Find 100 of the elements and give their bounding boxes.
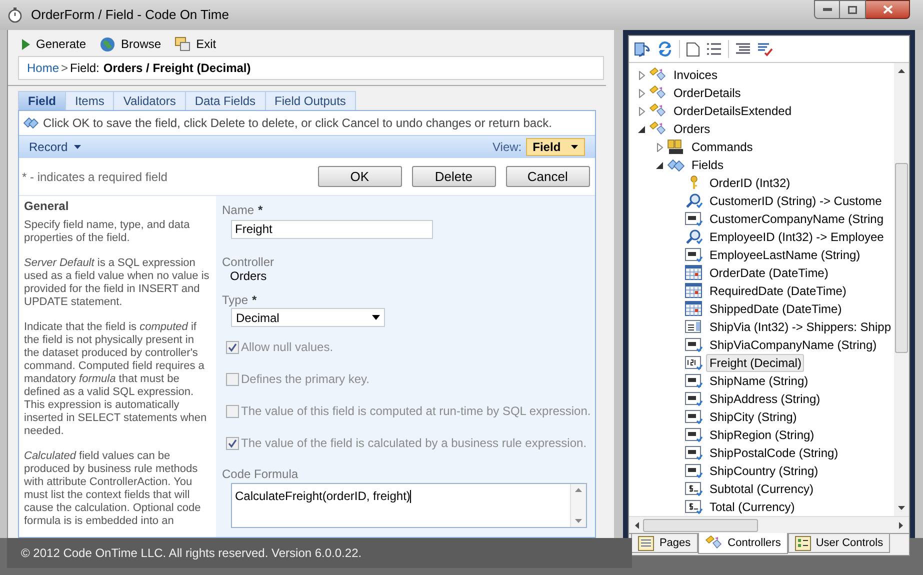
description-paragraph: Indicate that the field is computed if the field is not physically present in the dataset produced by controller's command. Computed field requires a mandatory formula that must be defined as a valid SQL expression. This expression is automatically inserted in SELECT statements when needed. — [24, 321, 208, 438]
checkbox[interactable] — [226, 340, 239, 354]
checklist-icon[interactable] — [757, 42, 774, 56]
minimize-button[interactable] — [814, 0, 840, 19]
currency-field-icon — [685, 481, 704, 497]
minimize-icon — [822, 8, 832, 11]
form-button[interactable]: Delete — [412, 166, 496, 187]
panel-tab[interactable]: Controllers — [698, 533, 788, 554]
refresh-icon[interactable] — [657, 41, 674, 57]
checkbox-label: Allow null values. — [241, 339, 334, 356]
tree-item[interactable]: ShipName (String) — [706, 372, 812, 390]
close-button[interactable] — [866, 0, 910, 19]
maximize-icon — [848, 6, 857, 14]
tree-item[interactable]: ShippedDate (DateTime) — [706, 300, 845, 318]
checkbox[interactable] — [226, 436, 239, 450]
sync-icon[interactable] — [634, 40, 652, 58]
text-field-icon — [685, 247, 704, 263]
controller-icon — [649, 67, 668, 83]
hint-text: Click OK to save the field, click Delete to delete, or click Cancel to undo changes or return back. — [43, 115, 552, 132]
tab[interactable]: Data Fields — [186, 91, 266, 110]
user-control-icon — [794, 536, 811, 550]
calendar-icon — [685, 283, 704, 299]
required-mark: * — [252, 293, 257, 307]
form-button[interactable]: OK — [318, 166, 402, 187]
tree-item[interactable]: RequiredDate (DateTime) — [706, 282, 850, 300]
tree-item[interactable]: OrderDate (DateTime) — [706, 264, 832, 282]
tree-item[interactable]: EmployeeLastName (String) — [706, 246, 864, 264]
caret-icon — [570, 145, 578, 149]
scrollbar[interactable] — [570, 484, 586, 527]
tab[interactable]: Validators — [114, 91, 186, 110]
window-title: OrderForm / Field - Code On Time — [31, 6, 229, 24]
code-formula-textarea[interactable]: CalculateFreight(orderID, freight) — [231, 483, 587, 528]
scroll-up-icon — [575, 488, 582, 492]
tree-item[interactable]: Commands — [688, 138, 756, 156]
controller-icon — [649, 103, 668, 119]
tree-item[interactable]: Subtotal (Currency) — [706, 480, 816, 498]
tree-item[interactable]: EmployeeID (Int32) -> Employee — [706, 228, 887, 246]
checkbox-label: The value of the field is calculated by a business rule expression. — [241, 435, 587, 452]
expand-arrow-icon[interactable] — [656, 142, 663, 152]
vertical-scrollbar[interactable] — [894, 63, 909, 516]
home-link[interactable]: Home — [27, 59, 60, 77]
tree-item[interactable]: ShipCountry (String) — [706, 462, 822, 480]
caret-icon — [74, 145, 81, 149]
globe-icon — [100, 36, 116, 52]
description-paragraph: Calculated field values can be produced by business rule methods with attribute ControllerAction. You must list the context fields that will cause the calculation. Optional code formula is is embedded into an — [24, 450, 202, 528]
tree-item[interactable]: ShipPostalCode (String) — [706, 444, 842, 462]
tab[interactable]: Field Outputs — [266, 91, 356, 110]
scroll-down-icon — [898, 506, 905, 510]
panel-tab[interactable]: User Controls — [788, 534, 890, 553]
tab[interactable]: Items — [66, 91, 114, 110]
maximize-button[interactable] — [840, 0, 866, 19]
tree-item[interactable]: Fields — [688, 156, 726, 174]
section-title: General — [24, 200, 70, 213]
view-label: View: — [492, 139, 522, 156]
description-paragraph: Specify field name, type, and data properties of the field. — [24, 219, 191, 245]
tree-item[interactable]: ShipRegion (String) — [706, 426, 818, 444]
tree-item[interactable]: Freight (Decimal) — [706, 354, 804, 372]
tree-item[interactable]: Invoices — [670, 66, 720, 84]
scroll-thumb[interactable] — [895, 163, 908, 353]
horizontal-scrollbar[interactable] — [629, 516, 909, 533]
breadcrumb-label: Field: — [70, 60, 100, 77]
close-icon — [882, 5, 892, 14]
toolbar-button[interactable]: Browse — [100, 35, 162, 53]
tree-item[interactable]: ShipCity (String) — [706, 408, 800, 426]
tree-item[interactable]: CustomerCompanyName (String — [706, 210, 886, 228]
tree-item[interactable]: ShipVia (Int32) -> Shippers: Shipp — [706, 318, 894, 336]
view-dropdown[interactable]: Field — [526, 138, 585, 156]
tree-item[interactable]: OrderDetails — [670, 84, 744, 102]
document-icon[interactable] — [686, 41, 700, 57]
text-field-icon — [685, 391, 704, 407]
checkbox[interactable] — [226, 372, 239, 386]
list-icon[interactable] — [706, 42, 722, 56]
tree-item[interactable]: ShipViaCompanyName (String) — [706, 336, 880, 354]
required-note: * - indicates a required field — [22, 168, 168, 186]
collapse-arrow-icon[interactable] — [638, 126, 646, 132]
panel-tab[interactable]: Pages — [631, 534, 698, 553]
controller-icon — [649, 85, 668, 101]
tree-item[interactable]: Total (Currency) — [706, 498, 798, 516]
dropdown-arrow-icon — [372, 315, 380, 320]
scroll-right-icon — [899, 522, 903, 528]
check-icon — [228, 438, 237, 448]
tree-item[interactable]: OrderID (Int32) — [706, 174, 794, 192]
record-menu[interactable]: Record — [29, 138, 81, 156]
toolbar-button[interactable]: Generate — [22, 35, 86, 53]
scroll-thumb[interactable] — [643, 518, 758, 532]
text-field-icon — [685, 211, 704, 227]
form-button[interactable]: Cancel — [506, 166, 590, 187]
checkbox[interactable] — [226, 404, 239, 418]
collapse-arrow-icon[interactable] — [656, 162, 664, 168]
tab[interactable]: Field — [18, 91, 66, 110]
tree-item[interactable]: CustomerID (String) -> Custome — [706, 192, 885, 210]
type-select[interactable]: Decimal — [231, 308, 385, 327]
scroll-left-icon — [635, 522, 640, 528]
tree-item[interactable]: Orders — [670, 120, 714, 138]
name-input[interactable]: Freight — [231, 220, 433, 238]
tree-item[interactable]: ShipAddress (String) — [706, 390, 824, 408]
toolbar-button[interactable]: Exit — [175, 35, 216, 53]
outline-icon[interactable] — [735, 42, 752, 56]
scroll-down-icon — [575, 519, 582, 523]
tree-item[interactable]: OrderDetailsExtended — [670, 102, 794, 120]
